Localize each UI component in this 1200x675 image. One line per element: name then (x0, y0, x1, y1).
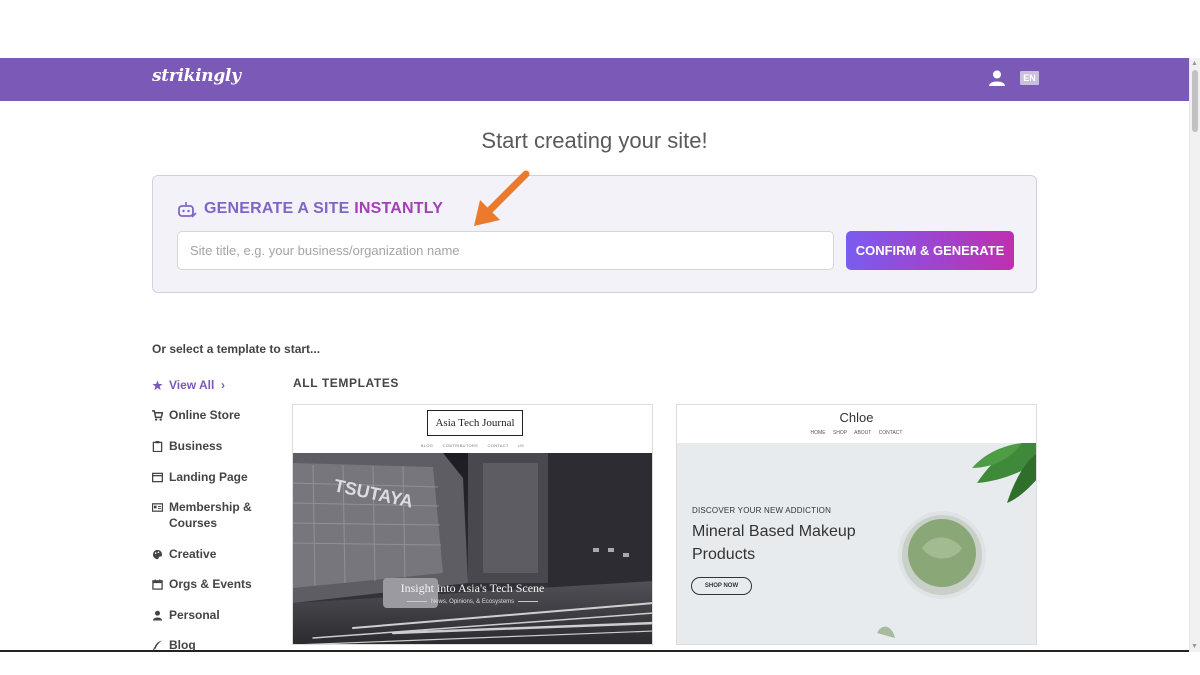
category-label: Online Store (169, 408, 241, 422)
template-logo: Asia Tech Journal (427, 410, 523, 436)
category-label: Membership & Courses (169, 500, 252, 530)
template-logo: Chloe (839, 410, 874, 425)
category-label: Business (169, 439, 223, 453)
category-view-all[interactable]: View All › (152, 377, 272, 393)
confirm-generate-button[interactable]: CONFIRM & GENERATE (846, 231, 1014, 270)
top-nav-bar: strikingly EN (0, 58, 1189, 101)
category-business[interactable]: Business (152, 438, 272, 454)
orange-arrow-annotation (474, 170, 530, 226)
category-label: Personal (169, 608, 220, 622)
category-orgs-events[interactable]: Orgs & Events (152, 576, 272, 592)
strikingly-logo[interactable]: strikingly (152, 66, 241, 86)
scroll-thumb[interactable] (1192, 70, 1198, 132)
palette-icon (152, 549, 163, 560)
user-icon[interactable] (988, 69, 1006, 87)
category-membership-courses[interactable]: Membership & Courses (152, 499, 272, 531)
category-online-store[interactable]: Online Store (152, 407, 272, 423)
city-night-illustration: TSUTAYA (293, 453, 652, 644)
template-card-chloe[interactable]: Chloe HOME SHOP ABOUT CONTACT DISCOVER Y… (676, 404, 1037, 645)
generate-site-panel: GENERATE A SITE INSTANTLY CONFIRM & GENE… (152, 175, 1037, 293)
star-icon (152, 380, 163, 391)
calendar-icon (152, 579, 163, 590)
generate-title-part1: GENERATE A SITE (204, 200, 355, 217)
template-card-asia-tech-journal[interactable]: Asia Tech Journal BLOG CONTRIBUTORS CONT… (292, 404, 653, 645)
template-headline: Mineral Based Makeup Products (692, 523, 856, 563)
clipboard-icon (152, 441, 163, 452)
id-card-icon (152, 503, 163, 512)
category-label: Landing Page (169, 470, 248, 484)
language-selector[interactable]: EN (1020, 71, 1039, 85)
page-title: Start creating your site! (481, 128, 708, 153)
viewport-bottom-border (0, 650, 1189, 652)
category-landing-page[interactable]: Landing Page (152, 469, 272, 485)
chevron-right-icon: › (221, 378, 226, 392)
category-label: View All (169, 378, 215, 392)
site-title-input[interactable] (177, 231, 834, 270)
scroll-up-arrow-icon[interactable]: ▲ (1191, 60, 1198, 67)
all-templates-heading: ALL TEMPLATES (293, 376, 400, 390)
category-personal[interactable]: Personal (152, 607, 272, 623)
shop-now-button[interactable]: SHOP NOW (691, 577, 752, 595)
window-icon (152, 472, 163, 483)
template-hero: DISCOVER YOUR NEW ADDICTION Mineral Base… (677, 443, 1036, 644)
generate-title-part2: INSTANTLY (354, 200, 444, 217)
category-label: Orgs & Events (169, 577, 252, 591)
template-kicker: DISCOVER YOUR NEW ADDICTION (692, 506, 832, 515)
template-subtagline: News, Opinions, & Ecosystems (293, 599, 652, 605)
robot-icon (178, 202, 197, 218)
template-nav: BLOG CONTRIBUTORS CONTACT US (420, 443, 525, 448)
template-preview-header: Chloe HOME SHOP ABOUT CONTACT (677, 405, 1036, 443)
template-intro-text: Or select a template to start... (152, 342, 321, 356)
generate-title: GENERATE A SITE INSTANTLY (204, 200, 443, 218)
scroll-down-arrow-icon[interactable]: ▼ (1191, 643, 1198, 650)
template-nav: HOME SHOP ABOUT CONTACT (810, 430, 903, 436)
category-label: Creative (169, 547, 217, 561)
person-icon (152, 610, 163, 621)
city-street-photo: TSUTAYA Insight into Asia's Tech Scene N… (293, 453, 652, 644)
cart-icon (152, 410, 163, 421)
category-creative[interactable]: Creative (152, 546, 272, 562)
page-scrollbar[interactable]: ▲ ▼ (1189, 58, 1200, 652)
template-tagline: Insight into Asia's Tech Scene (400, 581, 545, 595)
template-preview-header: Asia Tech Journal BLOG CONTRIBUTORS CONT… (293, 405, 652, 453)
